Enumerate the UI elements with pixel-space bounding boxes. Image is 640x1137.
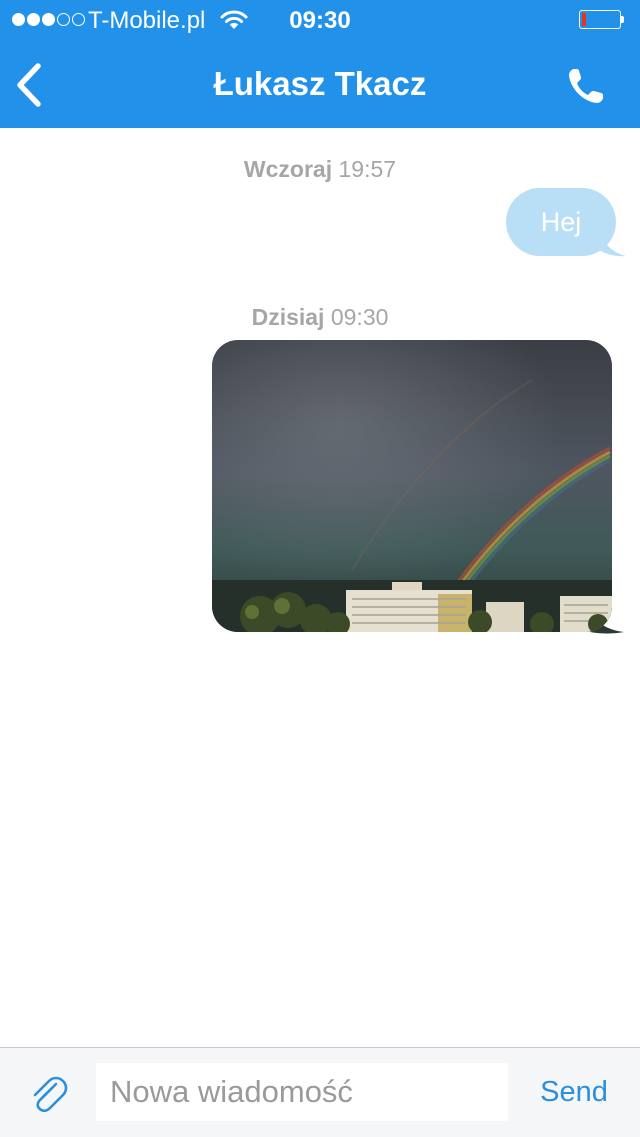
status-time: 09:30 (289, 7, 351, 34)
image-message[interactable] (212, 340, 612, 632)
message-timestamp: Wczoraj 19:57 (0, 154, 640, 184)
send-button[interactable]: Send (526, 1074, 622, 1110)
call-button[interactable] (566, 66, 606, 106)
navigation-bar: Łukasz Tkacz (0, 40, 640, 128)
message-input[interactable] (96, 1063, 508, 1121)
chevron-left-icon (17, 63, 41, 107)
rainbow-photo (212, 340, 612, 632)
attach-button[interactable] (26, 1072, 70, 1116)
message-text: Hej (540, 207, 582, 237)
sent-message-bubble[interactable]: Hej (506, 188, 616, 256)
battery-icon (579, 10, 625, 29)
paperclip-icon (33, 1076, 68, 1113)
battery-level (582, 13, 586, 26)
message-composer: Send (0, 1047, 640, 1137)
conversation-title: Łukasz Tkacz (213, 65, 427, 102)
status-bar: T-Mobile.pl 09:30 (0, 0, 640, 40)
timestamp-time: 19:57 (338, 156, 397, 182)
timestamp-day: Wczoraj (243, 156, 333, 182)
message-timestamp: Dzisiaj 09:30 (0, 302, 640, 332)
back-button[interactable] (10, 62, 54, 108)
phone-icon (569, 69, 603, 103)
timestamp-day: Dzisiaj (251, 304, 325, 330)
app-header: T-Mobile.pl 09:30 Łukasz Tkacz (0, 0, 640, 128)
timestamp-time: 09:30 (330, 304, 389, 330)
